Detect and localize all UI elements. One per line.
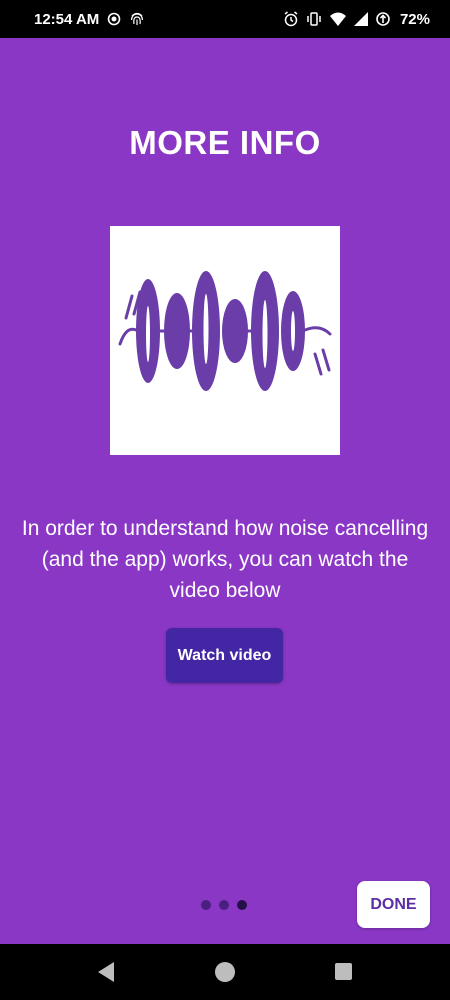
fingerprint-icon xyxy=(129,11,145,27)
status-bar: 12:54 AM 72% xyxy=(0,0,450,38)
page-title: MORE INFO xyxy=(129,124,321,161)
status-time: 12:54 AM xyxy=(34,10,100,28)
watch-video-button[interactable]: Watch video xyxy=(166,628,283,683)
data-saver-icon xyxy=(375,11,391,27)
page-dot-3-active xyxy=(237,900,247,910)
wifi-icon xyxy=(329,11,347,27)
recents-icon[interactable] xyxy=(335,963,352,980)
page-indicator xyxy=(201,900,247,910)
sound-wave-illustration xyxy=(110,226,340,455)
sound-wave-icon xyxy=(118,271,332,391)
page-dot-2 xyxy=(219,900,229,910)
home-icon[interactable] xyxy=(215,962,235,982)
navigation-bar xyxy=(0,944,450,1000)
done-button[interactable]: DONE xyxy=(357,881,430,928)
page-dot-1 xyxy=(201,900,211,910)
signal-icon xyxy=(353,12,368,26)
vibrate-icon xyxy=(306,11,322,27)
battery-percentage: 72% xyxy=(399,10,430,28)
alarm-icon xyxy=(283,11,299,27)
record-icon xyxy=(107,12,121,26)
description-text: In order to understand how noise cancell… xyxy=(21,517,429,602)
back-icon[interactable] xyxy=(96,961,116,988)
